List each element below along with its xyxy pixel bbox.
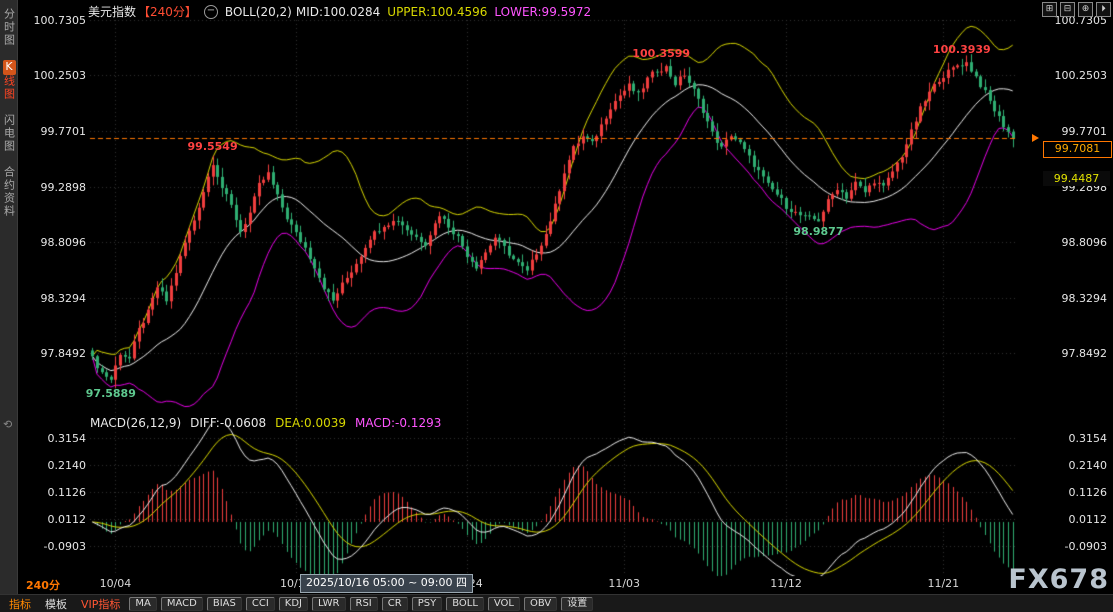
price-axis-label: 100.2503 [32,69,86,82]
high-price-annotation: 99.5549 [188,140,238,153]
macd-settings-label: MACD(26,12,9) [90,416,181,430]
button-ma[interactable]: MA [129,597,156,611]
tile-windows-icon[interactable]: ⊞ [1042,2,1057,17]
boll-mid-value: MID:100.0284 [296,5,380,19]
button-cr[interactable]: CR [382,597,408,611]
price-axis-label: 97.8492 [32,347,86,360]
crosshair-date-readout: 2025/10/16 05:00 ~ 09:00 四 [300,574,473,593]
price-axis-label: 100.7305 [32,14,86,27]
chart-header: 美元指数 【240分】 − BOLL(20,2) MID:100.0284 UP… [88,3,591,20]
button-vol[interactable]: VOL [488,597,520,611]
macd-axis-label: -0.0903 [1045,540,1107,553]
macd-dea-value: DEA:0.0039 [275,416,346,430]
price-axis-label: 98.8096 [32,236,86,249]
boll-lower-value: LOWER:99.5972 [494,5,591,19]
macd-axis-label: 0.3154 [1045,432,1107,445]
button-lwr[interactable]: LWR [312,597,346,611]
low-price-annotation: 97.5889 [86,387,136,400]
x-axis-label: 11/03 [608,577,640,590]
bottom-toolbar: 指标模板VIP指标 MA MACD BIAS CCI KDJ LWR RSI CR PSYBOLL… [0,594,1113,612]
current-price-badge: 99.7081 [1043,141,1112,158]
macd-axis-label: -0.0903 [32,540,86,553]
sidebar-item-kline-chart[interactable]: K线图 [1,60,17,101]
macd-macd-value: MACD:-0.1293 [355,416,441,430]
x-axis-label: 10/04 [100,577,132,590]
cascade-windows-icon[interactable]: ⊟ [1060,2,1075,17]
button-rsi[interactable]: RSI [350,597,378,611]
button-cci[interactable]: CCI [246,597,275,611]
refresh-icon[interactable]: ⟲ [3,418,12,431]
button-macd[interactable]: MACD [161,597,203,611]
price-axis-label: 99.2898 [32,181,86,194]
price-axis-label: 98.3294 [1045,292,1107,305]
price-axis-label: 100.2503 [1045,69,1107,82]
price-axis-label: 98.3294 [32,292,86,305]
price-axis-label: 98.8096 [1045,236,1107,249]
macd-axis-label: 0.2140 [32,459,86,472]
high-price-annotation: 100.3599 [632,47,690,60]
window-control-icons: ⊞⊟⊕⏵ [1042,2,1111,17]
macd-axis-label: 0.0112 [32,513,86,526]
button-psy[interactable]: PSY [412,597,443,611]
x-axis-label: 11/21 [927,577,959,590]
period-label: 240分 [26,577,60,593]
tab-indicators[interactable]: 指标 [4,596,36,612]
macd-header: MACD(26,12,9) DIFF:-0.0608 DEA:0.0039 MA… [90,416,441,430]
zoom-in-icon[interactable]: ⊕ [1078,2,1093,17]
price-axis-label: 99.7701 [32,125,86,138]
button-bias[interactable]: BIAS [207,597,242,611]
macd-diff-value: DIFF:-0.0608 [190,416,266,430]
sidebar-item-contract-info[interactable]: 合约资料 [1,166,17,218]
macd-axis-label: 0.0112 [1045,513,1107,526]
macd-axis-label: 0.3154 [32,432,86,445]
active-tab-marker: K [3,60,16,75]
tab-vip-indicators[interactable]: VIP指标 [76,596,125,612]
x-axis-label: 11/12 [770,577,802,590]
low-price-annotation: 98.9877 [793,225,843,238]
next-page-icon[interactable]: ⏵ [1096,2,1111,17]
period-tag: 【240分】 [138,3,197,20]
price-axis-label: 99.7701 [1045,125,1107,138]
trading-terminal: 美元指数 【240分】 − BOLL(20,2) MID:100.0284 UP… [0,0,1113,612]
current-price-arrow-icon [1032,134,1039,142]
button-obv[interactable]: OBV [524,597,557,611]
boll-upper-value: UPPER:100.4596 [387,5,487,19]
left-sidebar: 分时图 K线图闪电图合约资料 ⟲ [0,0,18,603]
button-boll[interactable]: BOLL [446,597,484,611]
button-kdj[interactable]: KDJ [279,597,308,611]
macd-axis-label: 0.1126 [32,486,86,499]
high-price-annotation: 100.3939 [933,43,991,56]
candlestick-chart-canvas[interactable] [0,0,1113,612]
collapse-indicator-icon[interactable]: − [204,5,218,19]
tab-templates[interactable]: 模板 [40,596,72,612]
button-settings[interactable]: 设置 [561,597,593,611]
boll-settings-label: BOLL(20,2) [225,5,292,19]
price-axis-label: 97.8492 [1045,347,1107,360]
sidebar-item-time-share-chart[interactable]: 分时图 [1,8,17,47]
sidebar-item-flash-chart[interactable]: 闪电图 [1,114,17,153]
symbol-name: 美元指数 [88,3,136,20]
watermark: FX678 [1008,564,1109,595]
band-value-badge: 99.4487 [1043,171,1110,186]
macd-axis-label: 0.2140 [1045,459,1107,472]
macd-axis-label: 0.1126 [1045,486,1107,499]
